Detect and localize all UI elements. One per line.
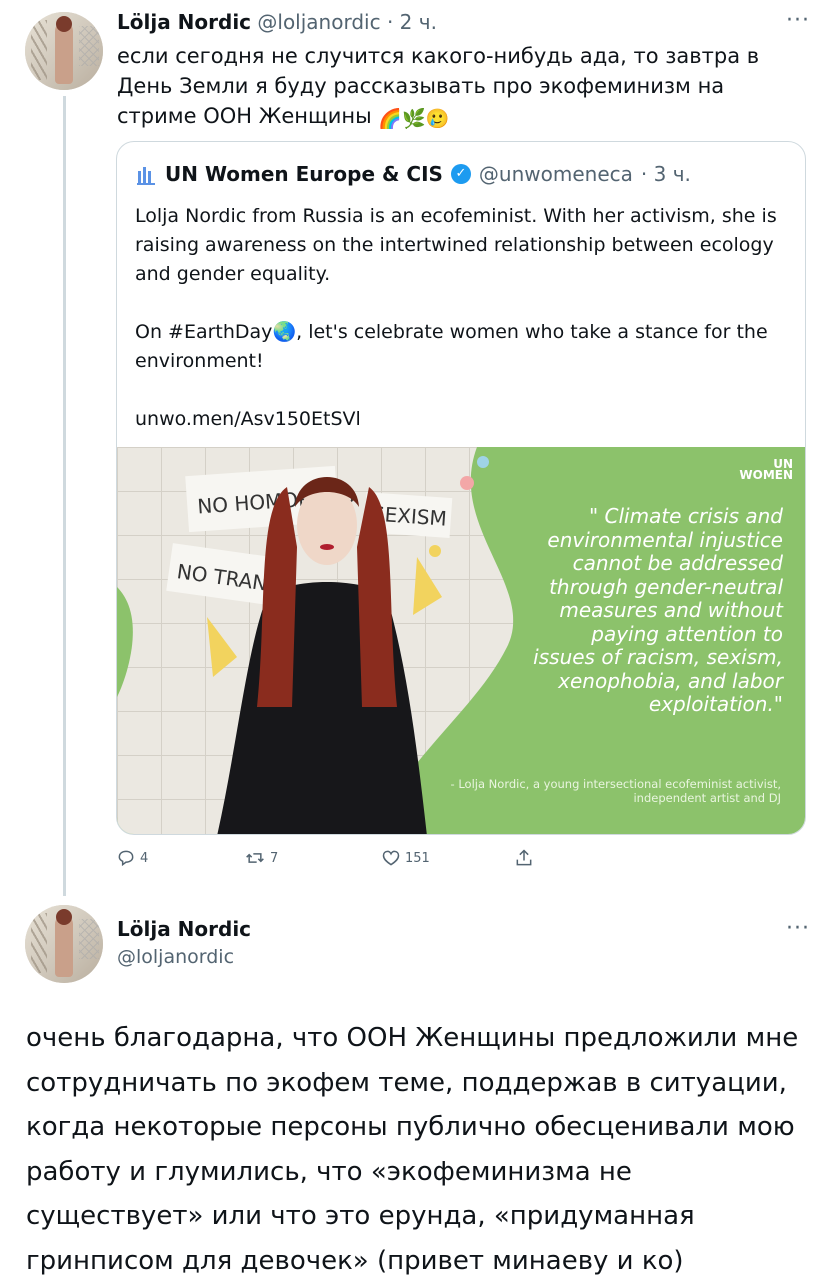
globe-emoji-icon: 🌏	[272, 321, 297, 343]
more-options-icon[interactable]: ···	[786, 8, 810, 33]
quoted-author-name[interactable]: UN Women Europe & CIS	[165, 162, 443, 186]
un-women-logo-line2: WOMEN	[739, 468, 793, 482]
reply-button[interactable]: 4	[116, 848, 148, 868]
tweet-text: если сегодня не случится какого-нибудь а…	[117, 41, 807, 134]
thread-line	[63, 96, 66, 896]
tweet-text: очень благодарна, что ООН Женщины предло…	[26, 1023, 799, 1276]
promo-image[interactable]: NO HOMOPHOB SEXISM NO TRAN UN WOMEN " Cl…	[117, 447, 805, 834]
quoted-paragraph-1: Lolja Nordic from Russia is an ecofemini…	[135, 205, 777, 285]
retweet-button[interactable]: 7	[244, 848, 278, 868]
smile-tear-emoji-icon: 🥲	[425, 108, 450, 130]
quoted-link[interactable]: unwo.men/Asv150EtSVl	[135, 405, 795, 434]
earthday-hashtag[interactable]: On #EarthDay	[135, 321, 272, 343]
author-name[interactable]: Lölja Nordic	[117, 917, 251, 941]
retweet-count: 7	[270, 850, 279, 866]
quoted-tweet-card[interactable]: UN Women Europe & CIS ✓ @unwomeneca · 3 …	[116, 141, 806, 835]
promo-quote: " Climate crisis and environmental injus…	[533, 504, 783, 716]
quoted-author-handle[interactable]: @unwomeneca	[479, 162, 633, 186]
share-icon	[516, 849, 532, 866]
reply-count: 4	[140, 850, 149, 866]
rainbow-emoji-icon: 🌈	[378, 108, 403, 130]
quoted-tweet-text: Lolja Nordic from Russia is an ecofemini…	[135, 202, 795, 463]
like-button[interactable]: 151	[381, 848, 430, 868]
like-icon	[382, 850, 400, 866]
author-handle[interactable]: @loljanordic	[257, 10, 380, 34]
quoted-paragraph-2: On #EarthDay🌏, let's celebrate women who…	[135, 318, 795, 376]
quoted-tweet-time[interactable]: · 3 ч.	[641, 162, 691, 186]
promo-credit: - Lolja Nordic, a young intersectional e…	[450, 777, 781, 805]
un-women-logo-icon	[135, 163, 157, 185]
tweet-actions: 4 7 151	[116, 848, 536, 872]
author-handle[interactable]: @loljanordic	[117, 946, 234, 968]
avatar[interactable]	[25, 905, 103, 983]
tweet-header: Lölja Nordic @loljanordic · 2 ч.	[117, 10, 437, 34]
share-button[interactable]	[514, 848, 534, 868]
verified-badge-icon: ✓	[450, 164, 471, 184]
retweet-icon	[246, 853, 264, 863]
reply-icon	[118, 850, 134, 867]
tweet-time[interactable]: · 2 ч.	[387, 10, 437, 34]
quoted-tweet-header: UN Women Europe & CIS ✓ @unwomeneca · 3 …	[135, 162, 691, 186]
avatar[interactable]	[25, 12, 103, 90]
un-women-logo: UN WOMEN	[739, 458, 793, 482]
more-options-icon[interactable]: ···	[786, 916, 810, 941]
author-name[interactable]: Lölja Nordic	[117, 10, 251, 34]
herb-emoji-icon: 🌿	[402, 108, 426, 130]
like-count: 151	[405, 850, 430, 866]
